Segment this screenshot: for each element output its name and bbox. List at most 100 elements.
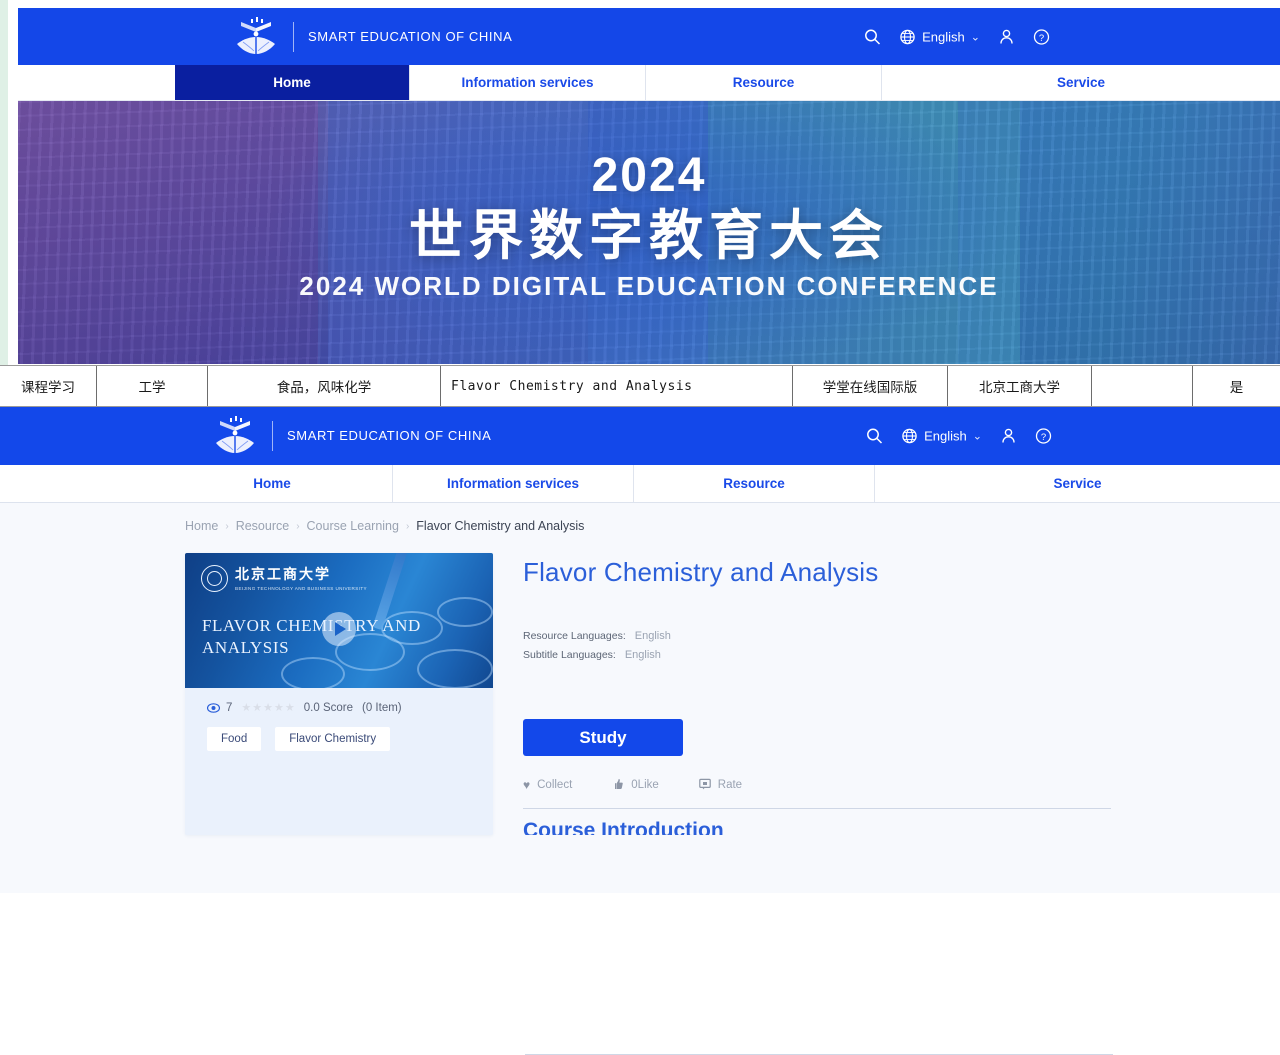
bottom-main-nav: Home Information services Resource Servi… (0, 465, 1280, 503)
petri-dish (281, 657, 345, 688)
meta-value: English (634, 630, 671, 642)
course-detail: Flavor Chemistry and Analysis Resource L… (523, 553, 1115, 835)
star-icon: ★ (252, 701, 263, 714)
banner-title-en: 2024 WORLD DIGITAL EDUCATION CONFERENCE (299, 271, 999, 302)
study-button[interactable]: Study (523, 719, 683, 756)
course-tags: Food Flavor Chemistry (185, 714, 493, 751)
top-site-view: SMART EDUCATION OF CHINA English ⌄ ? Hom… (18, 8, 1280, 364)
nav-left-spacer (18, 65, 175, 100)
thumbs-up-icon (612, 778, 624, 792)
nav-item-resource[interactable]: Resource (646, 65, 882, 100)
meta-label: Subtitle Languages: (523, 649, 616, 661)
breadcrumb-item-home[interactable]: Home (185, 519, 218, 533)
banner-year: 2024 (591, 149, 707, 203)
svg-text:?: ? (1039, 32, 1044, 43)
table-cell-course-name: Flavor Chemistry and Analysis (441, 366, 793, 406)
logo-divider (272, 420, 273, 451)
nav-item-home[interactable]: Home (175, 65, 410, 100)
table-cell-category: 课程学习 (0, 366, 97, 406)
table-cell-university: 北京工商大学 (948, 366, 1092, 406)
nav-item-service[interactable]: Service (882, 65, 1280, 100)
tag-flavor-chemistry[interactable]: Flavor Chemistry (275, 727, 391, 751)
course-content: 北京工商大学 BEIJING TECHNOLOGY AND BUSINESS U… (185, 553, 1115, 835)
table-cell-platform: 学堂在线国际版 (793, 366, 948, 406)
nav-item-information-services[interactable]: Information services (393, 465, 634, 502)
rate-button[interactable]: Rate (698, 778, 743, 792)
language-label: English (924, 428, 967, 443)
table-cell-flag: 是 (1229, 380, 1244, 396)
header-actions-bottom: English ⌄ ? (866, 427, 1052, 444)
language-label: English (922, 29, 965, 44)
star-rating[interactable]: ★ ★ ★ ★ ★ (241, 701, 295, 714)
rate-icon (698, 778, 711, 792)
breadcrumb: Home › Resource › Course Learning › Flav… (185, 519, 584, 533)
university-seal-icon (201, 565, 228, 592)
nav-left-spacer (0, 465, 152, 502)
top-main-nav: Home Information services Resource Servi… (18, 65, 1280, 101)
search-icon[interactable] (866, 427, 883, 444)
globe-icon (901, 427, 918, 444)
brand-name: SMART EDUCATION OF CHINA (287, 428, 492, 443)
nav-item-home[interactable]: Home (152, 465, 393, 502)
star-icon: ★ (274, 701, 284, 714)
table-row-overlay: 课程学习 工学 食品，风味化学 Flavor Chemistry and Ana… (0, 365, 1280, 407)
table-cell-subject: 食品，风味化学 (208, 366, 441, 406)
collect-button[interactable]: ♥ Collect (523, 779, 572, 791)
like-label: 0Like (631, 779, 659, 791)
help-icon[interactable]: ? (1035, 427, 1052, 444)
breadcrumb-separator: › (405, 520, 410, 532)
breadcrumb-separator: › (296, 520, 300, 532)
collect-label: Collect (537, 779, 573, 791)
breadcrumb-item-course-learning[interactable]: Course Learning (307, 519, 399, 533)
header-actions: English ⌄ ? (864, 28, 1050, 45)
rating-item-count: (0 Item) (362, 702, 402, 714)
user-icon[interactable] (1000, 427, 1017, 444)
nav-item-resource[interactable]: Resource (634, 465, 875, 502)
section-title-course-introduction: Course Introduction (523, 819, 724, 835)
breadcrumb-separator: › (225, 520, 229, 532)
like-button[interactable]: 0Like (612, 778, 659, 792)
brand-logo[interactable]: SMART EDUCATION OF CHINA (233, 16, 512, 57)
chevron-down-icon: ⌄ (970, 31, 980, 43)
svg-text:?: ? (1041, 431, 1046, 442)
meta-value: English (624, 649, 661, 661)
banner-text-group: 2024 世界数字教育大会 2024 WORLD DIGITAL EDUCATI… (18, 152, 1280, 302)
star-icon: ★ (263, 701, 274, 714)
banner-title-cn: 世界数字教育大会 (409, 206, 889, 267)
open-book-logo-icon (233, 16, 279, 57)
user-icon[interactable] (998, 28, 1015, 45)
language-selector[interactable]: English ⌄ (901, 427, 982, 444)
brand-logo-bottom[interactable]: SMART EDUCATION OF CHINA (212, 415, 492, 456)
page-title: Flavor Chemistry and Analysis (523, 557, 879, 587)
meta-label: Resource Languages: (523, 630, 626, 642)
breadcrumb-item-resource[interactable]: Resource (236, 519, 290, 533)
score-value: 0.0 Score (303, 702, 354, 714)
star-icon: ★ (241, 701, 252, 714)
star-icon: ★ (284, 701, 295, 714)
tag-food[interactable]: Food (207, 727, 262, 751)
university-name-en: BEIJING TECHNOLOGY AND BUSINESS UNIVERSI… (235, 586, 368, 591)
chevron-down-icon: ⌄ (972, 430, 982, 442)
language-selector[interactable]: English ⌄ (899, 28, 980, 45)
view-count-value: 7 (226, 702, 233, 714)
heart-icon: ♥ (523, 778, 531, 792)
university-name-cn: 北京工商大学 (235, 566, 331, 582)
course-detail-page: Home › Resource › Course Learning › Flav… (0, 503, 1280, 1055)
top-header-bar: SMART EDUCATION OF CHINA English ⌄ ? (18, 8, 1280, 65)
bottom-header-bar: SMART EDUCATION OF CHINA English ⌄ ? (0, 406, 1280, 465)
eye-icon (207, 703, 220, 713)
course-thumbnail[interactable]: 北京工商大学 BEIJING TECHNOLOGY AND BUSINESS U… (185, 553, 493, 688)
table-cell-discipline: 工学 (97, 366, 208, 406)
nav-item-service[interactable]: Service (875, 465, 1280, 502)
play-icon[interactable] (322, 611, 356, 646)
university-logo: 北京工商大学 BEIJING TECHNOLOGY AND BUSINESS U… (201, 565, 367, 592)
nav-item-information-services[interactable]: Information services (410, 65, 646, 100)
rate-label: Rate (717, 779, 743, 791)
conference-banner[interactable]: 2024 世界数字教育大会 2024 WORLD DIGITAL EDUCATI… (18, 101, 1280, 364)
help-icon[interactable]: ? (1033, 28, 1050, 45)
logo-divider (293, 21, 294, 52)
meta-resource-languages: Resource Languages: English (523, 630, 1115, 642)
search-icon[interactable] (864, 28, 881, 45)
open-book-logo-icon (212, 415, 258, 456)
section-divider (523, 808, 1111, 809)
